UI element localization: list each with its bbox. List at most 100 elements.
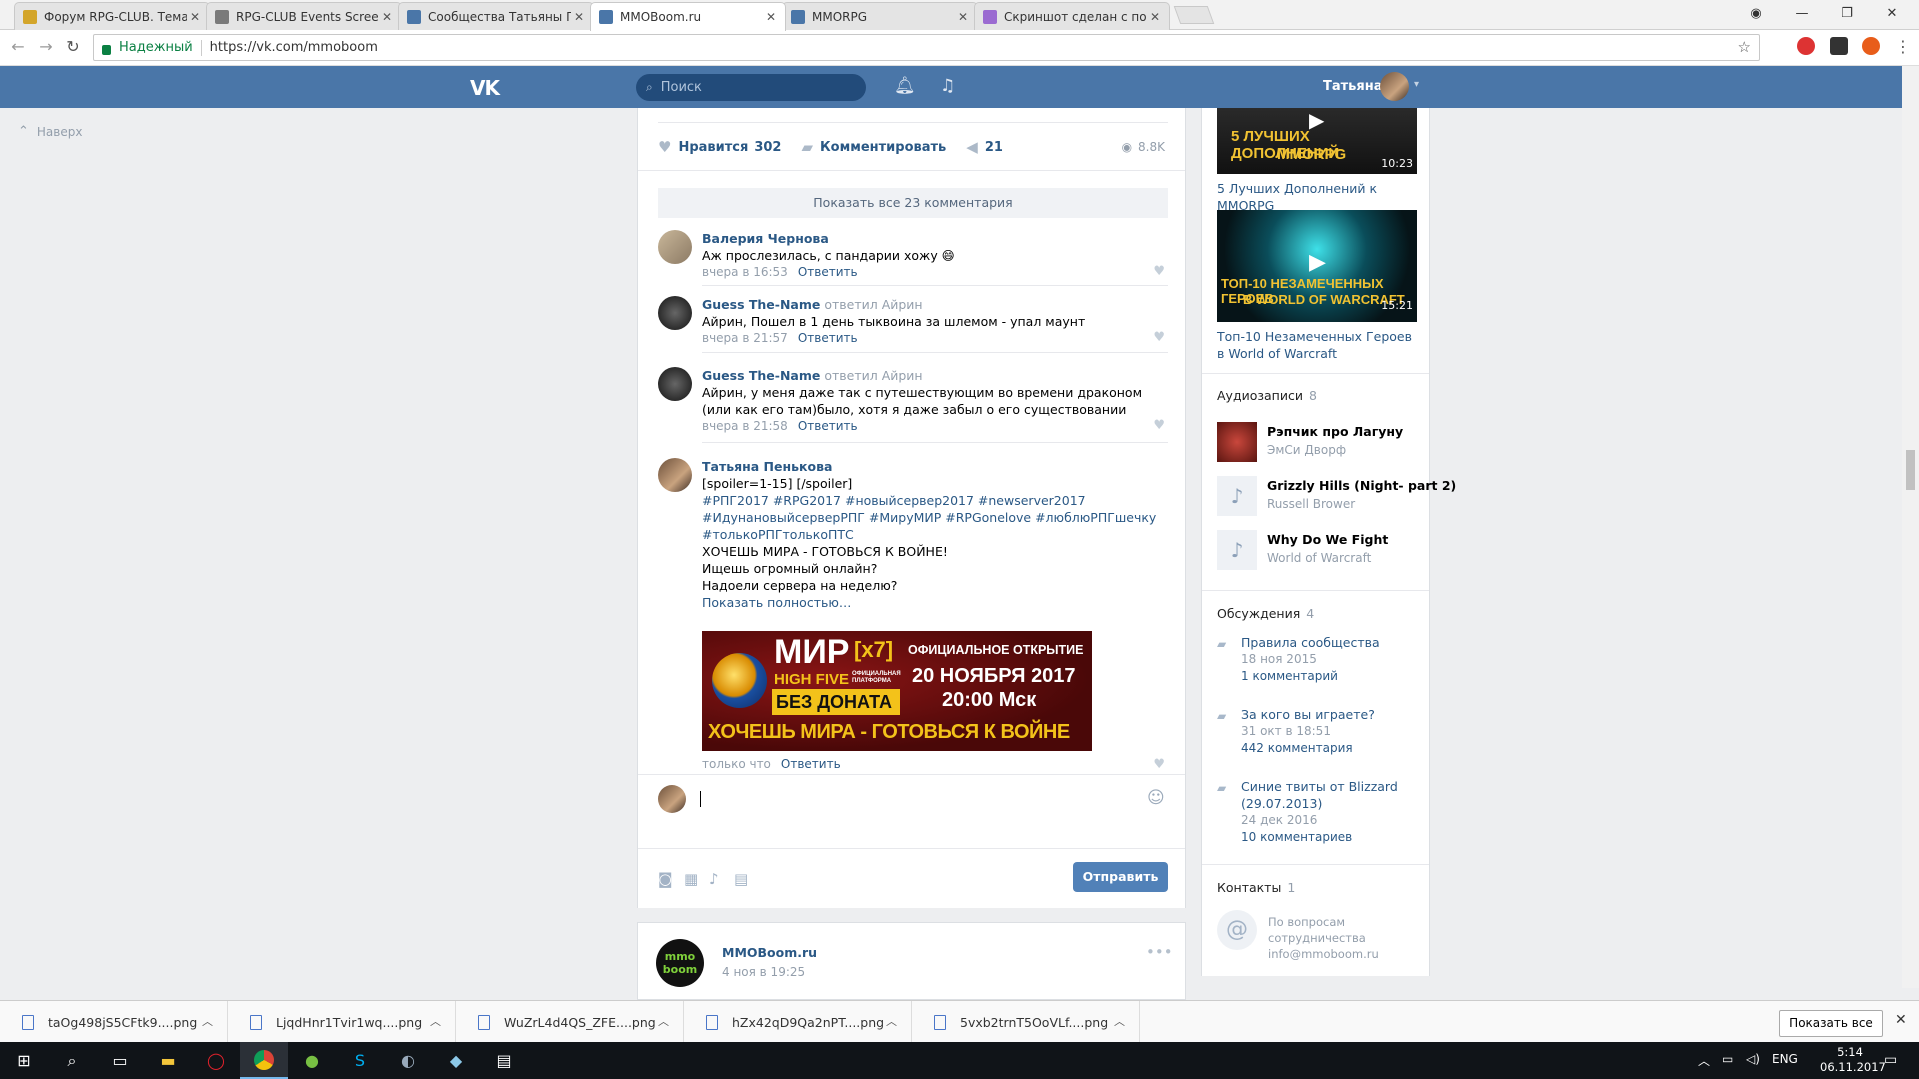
windows-start-icon[interactable]: ⊞ bbox=[0, 1042, 48, 1079]
vk-logo[interactable]: VK bbox=[470, 76, 500, 100]
download-item[interactable]: hZx42qD9Qa2nPT....png ︿ bbox=[684, 1001, 912, 1043]
utorrent-icon[interactable]: ● bbox=[288, 1042, 336, 1079]
chevron-up-icon[interactable]: ︿ bbox=[430, 1013, 441, 1029]
commenter-avatar[interactable] bbox=[658, 458, 692, 492]
close-window-icon[interactable]: ✕ bbox=[1870, 0, 1914, 28]
more-options-icon[interactable]: ••• bbox=[1146, 943, 1173, 961]
download-item[interactable]: 5vxb2trnT5OoVLf....png ︿ bbox=[912, 1001, 1140, 1043]
comment-like-icon[interactable]: ♥ bbox=[1153, 757, 1165, 772]
search-icon[interactable]: ⌕ bbox=[48, 1042, 96, 1079]
browser-tab[interactable]: RPG-CLUB Events Screen ✕ bbox=[206, 2, 402, 30]
show-all-downloads-button[interactable]: Показать все bbox=[1779, 1010, 1883, 1037]
user-avatar[interactable] bbox=[1380, 72, 1409, 101]
comment-author[interactable]: Татьяна Пенькова bbox=[702, 459, 832, 474]
discussion-item[interactable]: ▰ Правила сообщества 18 ноя 2015 1 коммент… bbox=[1217, 634, 1417, 702]
skype-icon[interactable]: S bbox=[336, 1042, 384, 1079]
comment-time[interactable]: вчера в 21:58 bbox=[702, 419, 788, 433]
discussion-title[interactable]: Правила сообщества bbox=[1241, 634, 1416, 651]
task-view-icon[interactable]: ▭ bbox=[96, 1042, 144, 1079]
app-icon[interactable]: ◆ bbox=[432, 1042, 480, 1079]
comment-time[interactable]: только что bbox=[702, 757, 771, 771]
share-button[interactable]: ◀ 21 bbox=[966, 138, 1003, 156]
audio-item[interactable]: Рэпчик про Лагуну ЭмСи Дворф bbox=[1217, 422, 1417, 464]
back-icon[interactable]: ← bbox=[8, 37, 28, 57]
browser-tab[interactable]: MMORPG ✕ bbox=[782, 2, 978, 30]
chevron-up-icon[interactable]: ︿ bbox=[658, 1013, 669, 1029]
community-avatar[interactable]: mmo boom bbox=[656, 939, 704, 987]
audio-item[interactable]: ♪ Grizzly Hills (Night- part 2) Russell … bbox=[1217, 476, 1456, 518]
replied-to[interactable]: ответил Айрин bbox=[824, 297, 922, 312]
reload-icon[interactable]: ↻ bbox=[63, 37, 83, 57]
like-button[interactable]: ♥ Нравится 302 bbox=[658, 138, 781, 156]
video-icon[interactable]: ▦ bbox=[684, 870, 698, 888]
comment-author[interactable]: Валерия Чернова bbox=[702, 231, 829, 246]
emoji-icon[interactable]: ☺ bbox=[1147, 788, 1165, 808]
video-thumbnail[interactable]: ▶ ТОП-10 НЕЗАМЕЧЕННЫХ ГЕРОЕВ В WORLD OF … bbox=[1217, 210, 1417, 322]
close-tab-icon[interactable]: ✕ bbox=[571, 10, 587, 24]
chevron-up-icon[interactable]: ︿ bbox=[886, 1013, 897, 1029]
video-editor-icon[interactable]: ▤ bbox=[480, 1042, 528, 1079]
reply-link[interactable]: Ответить bbox=[798, 265, 858, 279]
music-icon[interactable]: ♫ bbox=[940, 76, 955, 96]
audio-icon[interactable]: ♪ bbox=[709, 870, 719, 888]
volume-icon[interactable]: ◁) bbox=[1746, 1052, 1760, 1066]
replied-to[interactable]: ответил Айрин bbox=[824, 368, 922, 383]
audio-artist[interactable]: World of Warcraft bbox=[1267, 551, 1371, 565]
audio-artist[interactable]: ЭмСи Дворф bbox=[1267, 443, 1346, 457]
notifications-bell-icon[interactable]: 🔔︎ bbox=[894, 76, 916, 96]
post-author[interactable]: MMOBoom.ru bbox=[722, 945, 817, 960]
show-all-comments-button[interactable]: Показать все 23 комментария bbox=[658, 188, 1168, 218]
address-bar[interactable]: Надежный https://vk.com/mmoboom ☆ bbox=[93, 34, 1760, 61]
new-tab-button[interactable] bbox=[1173, 6, 1215, 24]
adblock-extension-icon[interactable] bbox=[1797, 37, 1815, 55]
commenter-avatar[interactable] bbox=[658, 230, 692, 264]
chevron-up-icon[interactable]: ︿ bbox=[202, 1013, 213, 1029]
comment-author[interactable]: Guess The-Name bbox=[702, 297, 820, 312]
close-tab-icon[interactable]: ✕ bbox=[763, 10, 779, 24]
comment-button[interactable]: ▰ Комментировать bbox=[801, 138, 946, 156]
download-item[interactable]: LjqdHnr1Tvir1wq....png ︿ bbox=[228, 1001, 456, 1043]
discussions-section-header[interactable]: Обсуждения 4 bbox=[1217, 606, 1314, 621]
contact-email[interactable]: info@mmoboom.ru bbox=[1268, 946, 1379, 962]
mail-extension-icon[interactable] bbox=[1830, 37, 1848, 55]
video-thumbnail[interactable]: 5 ЛУЧШИХ ДОПОЛНЕНИЙ MMORPG ▶ 10:23 bbox=[1217, 108, 1417, 174]
file-explorer-icon[interactable]: ▬ bbox=[144, 1042, 192, 1079]
discussion-title[interactable]: За кого вы играете? bbox=[1241, 706, 1416, 723]
comment-like-icon[interactable]: ♥ bbox=[1153, 418, 1165, 433]
url-text[interactable]: https://vk.com/mmoboom bbox=[210, 40, 378, 55]
chevron-down-icon[interactable]: ▾ bbox=[1414, 79, 1419, 90]
scrollbar-thumb[interactable] bbox=[1906, 450, 1915, 490]
browser-tab-active[interactable]: MMOBoom.ru ✕ bbox=[590, 2, 786, 31]
restore-icon[interactable]: ❐ bbox=[1825, 0, 1869, 28]
bookmark-star-icon[interactable]: ☆ bbox=[1738, 38, 1751, 56]
reply-link[interactable]: Ответить bbox=[798, 419, 858, 433]
opera-icon[interactable]: ◯ bbox=[192, 1042, 240, 1079]
chevron-up-icon[interactable]: ︿ bbox=[1114, 1013, 1125, 1029]
browser-tab[interactable]: Форум RPG-CLUB. Тема ✕ bbox=[14, 2, 210, 30]
comment-input[interactable] bbox=[700, 791, 1140, 807]
discussion-item[interactable]: ▰ Синие твиты от Blizzard (29.07.2013) 24… bbox=[1217, 778, 1417, 864]
video-title[interactable]: Топ-10 Незамеченных Героев в World of Wa… bbox=[1217, 328, 1417, 362]
discussion-count[interactable]: 1 комментарий bbox=[1241, 668, 1416, 685]
notifications-icon[interactable]: ▭ bbox=[1884, 1052, 1897, 1068]
close-tab-icon[interactable]: ✕ bbox=[379, 10, 395, 24]
post-date[interactable]: 4 ноя в 19:25 bbox=[722, 965, 805, 979]
reply-link[interactable]: Ответить bbox=[781, 757, 841, 771]
profile-icon[interactable]: ◉ bbox=[1734, 0, 1778, 28]
page-scrollbar[interactable] bbox=[1902, 66, 1919, 988]
close-tab-icon[interactable]: ✕ bbox=[187, 10, 203, 24]
camera-icon[interactable]: ◙ bbox=[658, 870, 673, 888]
audio-artist[interactable]: Russell Brower bbox=[1267, 497, 1355, 511]
download-item[interactable]: WuZrL4d4QS_ZFE....png ︿ bbox=[456, 1001, 684, 1043]
comment-author[interactable]: Guess The-Name bbox=[702, 368, 820, 383]
clock[interactable]: 5:14 06.11.2017 bbox=[1820, 1045, 1886, 1075]
steam-icon[interactable]: ◐ bbox=[384, 1042, 432, 1079]
hashtags[interactable]: #ИдунановыйсерверРПГ #МируМИР #RPGonelov… bbox=[702, 509, 1162, 526]
show-more-link[interactable]: Показать полностью… bbox=[702, 594, 1162, 611]
audio-item[interactable]: ♪ Why Do We Fight World of Warcraft bbox=[1217, 530, 1417, 572]
promo-banner-image[interactable]: МИР [x7] ОФИЦИАЛЬНОЕ ОТКРЫТИЕ HIGH FIVE … bbox=[702, 631, 1092, 751]
close-tab-icon[interactable]: ✕ bbox=[1147, 10, 1163, 24]
comment-like-icon[interactable]: ♥ bbox=[1153, 330, 1165, 345]
browser-tab[interactable]: Скриншот сделан с пом ✕ bbox=[974, 2, 1170, 30]
chrome-icon[interactable] bbox=[240, 1042, 288, 1079]
